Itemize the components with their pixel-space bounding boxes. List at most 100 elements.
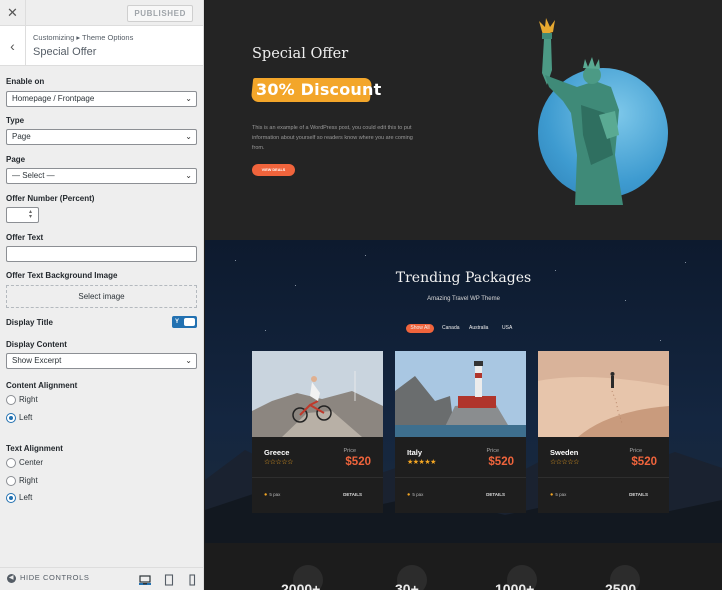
trending-subtitle: Amazing Travel WP Theme [427, 296, 500, 302]
lighthouse-photo [395, 351, 526, 437]
hide-controls-button[interactable]: ◀ HIDE CONTROLS [7, 573, 89, 583]
pax-value: 5 pax [555, 492, 567, 497]
enable-on-value: Homepage / Frontpage [12, 94, 95, 103]
display-title-toggle[interactable]: Y [172, 316, 197, 328]
back-arrow-icon[interactable]: ‹ [0, 26, 26, 66]
mobile-icon[interactable] [186, 573, 198, 586]
card-divider [395, 477, 526, 478]
pax-info: ● 5 pax [264, 492, 280, 498]
stat-number: 30+ [395, 581, 419, 590]
toggle-on-text: Y [175, 319, 180, 325]
trending-title: Trending Packages [395, 270, 532, 286]
site-preview: Special Offer 30% Discount This is an ex… [205, 0, 722, 590]
pax-info: ● 5 pax [550, 492, 566, 498]
chevron-down-icon: ⌄ [185, 356, 192, 365]
person-icon: ● [407, 492, 411, 498]
price-label: Price [343, 448, 356, 454]
person-icon: ● [550, 492, 554, 498]
published-button[interactable]: PUBLISHED [127, 5, 193, 22]
discount-text: 30% Discount [256, 80, 382, 99]
package-card[interactable]: Greece ☆☆☆☆☆ Price $520 ● 5 pax DETAILS [252, 351, 383, 513]
type-value: Page [12, 132, 31, 141]
stepper-arrows-icon[interactable]: ▴ ▾ [29, 209, 32, 220]
radio-label: Left [19, 413, 33, 422]
offer-number-input[interactable]: ▴ ▾ [6, 207, 39, 223]
card-price: $520 [488, 456, 514, 468]
customizer-topbar: ✕ PUBLISHED [0, 0, 203, 26]
enable-on-label: Enable on [6, 77, 45, 86]
details-link[interactable]: DETAILS [343, 492, 362, 497]
radio-label: Center [19, 458, 44, 467]
special-offer-section: Special Offer 30% Discount This is an ex… [205, 0, 722, 240]
rating-stars-icon: ☆☆☆☆☆ [550, 459, 579, 466]
filter-show-all[interactable]: Show All [406, 324, 434, 333]
radio-label: Right [19, 395, 38, 404]
chevron-down-icon: ⌄ [185, 94, 192, 103]
trending-packages-section: Trending Packages Amazing Travel WP Them… [205, 240, 722, 543]
type-select[interactable]: Page ⌄ [6, 129, 197, 145]
page-value: — Select — [12, 171, 55, 180]
card-price: $520 [631, 456, 657, 468]
select-image-button[interactable]: Select image [6, 285, 197, 308]
enable-on-select[interactable]: Homepage / Frontpage ⌄ [6, 91, 197, 107]
stat-number: 2500 [605, 581, 637, 590]
customizer-sidebar: ✕ PUBLISHED ‹ Customizing ▸ Theme Option… [0, 0, 204, 590]
offer-text-label: Offer Text [6, 233, 44, 242]
offer-description: This is an example of a WordPress post, … [252, 125, 413, 151]
radio-label: Right [19, 476, 38, 485]
breadcrumb: Customizing ▸ Theme Options [33, 33, 134, 42]
radio-circle [6, 458, 16, 468]
card-destination: Italy [407, 448, 423, 457]
section-header: ‹ Customizing ▸ Theme Options Special Of… [0, 26, 203, 66]
section-title: Special Offer [33, 46, 97, 58]
pax-value: 5 pax [269, 492, 281, 497]
chevron-down-icon: ⌄ [185, 132, 192, 141]
display-title-label: Display Title [6, 318, 53, 327]
filter-usa[interactable]: USA [502, 324, 512, 333]
statue-of-liberty-image [539, 18, 623, 205]
pax-info: ● 5 pax [407, 492, 423, 498]
close-icon[interactable]: ✕ [0, 0, 26, 26]
stats-section: 2000+ 30+ 1000+ 2500 [205, 543, 722, 590]
card-divider [538, 477, 669, 478]
offer-title: Special Offer [252, 46, 349, 62]
toggle-knob [184, 318, 195, 326]
content-alignment-label: Content Alignment [6, 381, 78, 390]
package-card[interactable]: Sweden ☆☆☆☆☆ Price $520 ● 5 pax DETAILS [538, 351, 669, 513]
card-divider [252, 477, 383, 478]
display-content-value: Show Excerpt [12, 356, 62, 365]
type-label: Type [6, 116, 25, 125]
stat-number: 1000+ [495, 581, 535, 590]
card-price: $520 [345, 456, 371, 468]
collapse-arrow-icon: ◀ [7, 573, 16, 583]
package-card[interactable]: Italy ★★★★★ Price $520 ● 5 pax DETAILS [395, 351, 526, 513]
price-label: Price [629, 448, 642, 454]
details-link[interactable]: DETAILS [629, 492, 648, 497]
tablet-icon[interactable] [163, 573, 175, 586]
person-icon: ● [264, 492, 268, 498]
card-destination: Sweden [550, 448, 579, 457]
pax-value: 5 pax [412, 492, 424, 497]
card-destination: Greece [264, 448, 290, 457]
rating-stars-icon: ☆☆☆☆☆ [264, 459, 293, 466]
text-alignment-label: Text Alignment [6, 444, 63, 453]
display-content-label: Display Content [6, 340, 67, 349]
radio-circle [6, 476, 16, 486]
view-deals-button[interactable]: VIEW DEALS [252, 164, 295, 176]
chevron-down-icon: ⌄ [185, 171, 192, 180]
desktop-icon[interactable] [139, 573, 151, 585]
filter-australia[interactable]: Australia [469, 324, 488, 333]
stat-number: 2000+ [281, 581, 321, 590]
radio-circle [6, 413, 16, 423]
offer-number-label: Offer Number (Percent) [6, 194, 95, 203]
customizer-footer: ◀ HIDE CONTROLS [0, 567, 203, 590]
rating-stars-icon: ★★★★★ [407, 459, 436, 466]
display-content-select[interactable]: Show Excerpt ⌄ [6, 353, 197, 369]
offer-text-input[interactable] [6, 246, 197, 262]
desert-photo [538, 351, 669, 437]
offer-bg-image-label: Offer Text Background Image [6, 271, 118, 280]
details-link[interactable]: DETAILS [486, 492, 505, 497]
page-select[interactable]: — Select — ⌄ [6, 168, 197, 184]
filter-canada[interactable]: Canada [442, 324, 460, 333]
page-label: Page [6, 155, 26, 164]
